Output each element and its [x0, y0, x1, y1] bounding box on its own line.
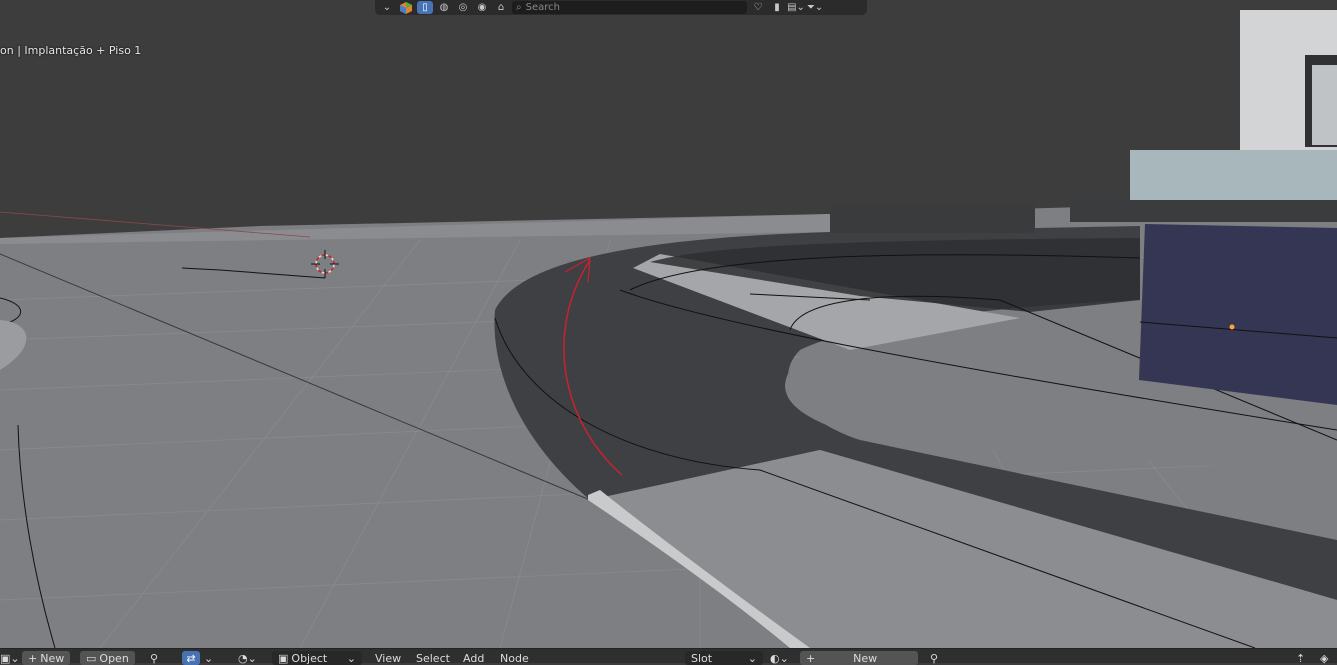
- layout-icon[interactable]: ▤⌄: [787, 1, 805, 14]
- search-input[interactable]: ⌕ Search: [512, 1, 747, 14]
- color-management-icon[interactable]: [398, 1, 414, 14]
- viewport-info-text: on | Implantação + Piso 1: [0, 44, 142, 57]
- viewport-scene: [0, 0, 1337, 648]
- node-icon[interactable]: ⌂: [493, 1, 509, 14]
- material-icon[interactable]: ◍: [436, 1, 452, 14]
- viewport-header-toolbar: ⌄ ▯ ◍ ◎ ◉ ⌂ ⌕ Search ♡ ▮ ▤⌄ ⏷⌄: [375, 0, 867, 15]
- rendered-icon[interactable]: ◎: [455, 1, 471, 14]
- filter-icon[interactable]: ⏷⌄: [807, 1, 823, 14]
- bookmark-icon[interactable]: ▮: [769, 1, 785, 14]
- search-placeholder: Search: [525, 2, 560, 13]
- 3d-viewport[interactable]: on | Implantação + Piso 1: [0, 0, 1337, 648]
- search-icon: ⌕: [516, 2, 522, 13]
- heart-icon[interactable]: ♡: [750, 1, 766, 14]
- origin-point: [1229, 324, 1235, 330]
- world-icon[interactable]: ◉: [474, 1, 490, 14]
- blue-wall: [1139, 224, 1337, 405]
- node-editor-header: ▣⌄ + New ▭ Open ⚲ ⇄ ⌄ ◔⌄ ▣ Object ⌄ View…: [0, 648, 1337, 665]
- solid-mode-icon[interactable]: ▯: [417, 1, 433, 14]
- chevron-down-icon[interactable]: ⌄: [379, 1, 395, 14]
